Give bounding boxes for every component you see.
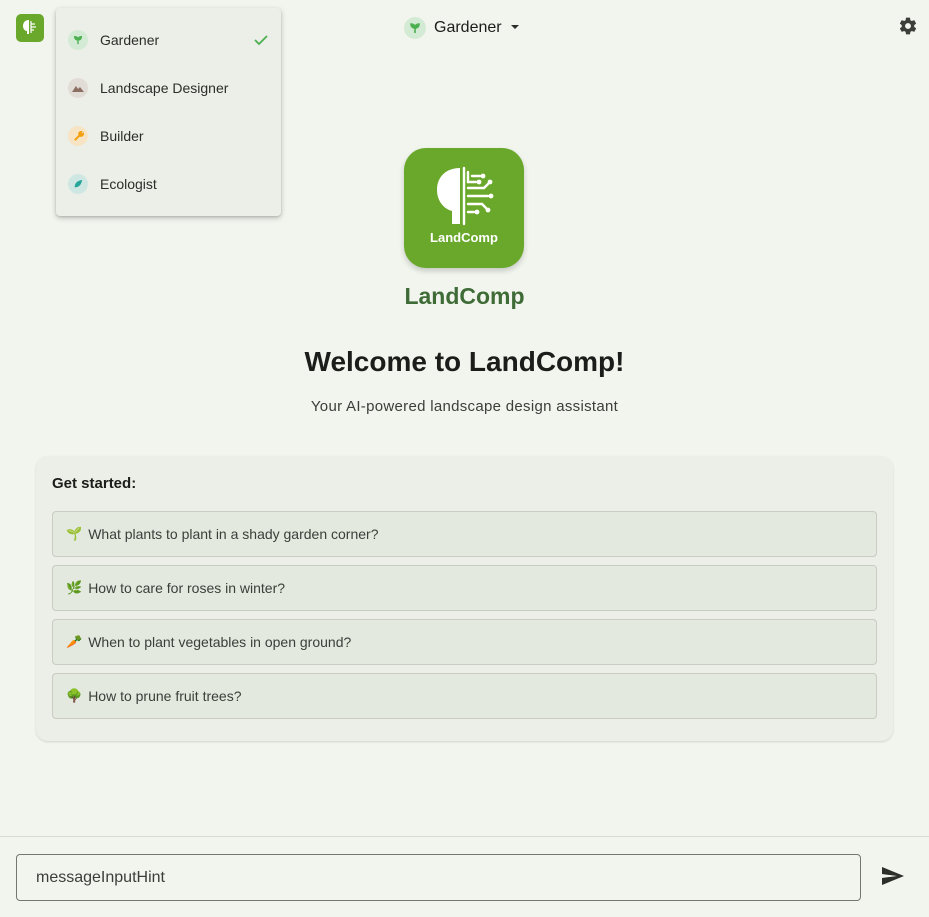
send-icon (881, 866, 905, 891)
menu-item-gardener[interactable]: Gardener (56, 16, 281, 64)
menu-item-label: Ecologist (100, 176, 157, 192)
suggestion-text: How to care for roses in winter? (88, 580, 286, 596)
gear-icon (898, 16, 918, 41)
suggestion-button[interactable]: 🌳 How to prune fruit trees? (52, 673, 877, 719)
check-icon (253, 32, 269, 53)
suggestion-text: What plants to plant in a shady garden c… (88, 526, 379, 542)
menu-item-label: Landscape Designer (100, 80, 229, 96)
send-button[interactable] (880, 866, 906, 891)
landcomp-logo-icon (437, 166, 494, 226)
app-logo-icon (16, 14, 44, 42)
suggestion-button[interactable]: 🌱 What plants to plant in a shady garden… (52, 511, 877, 557)
brand-logo: LandComp (404, 148, 524, 268)
role-menu: Gardener Landscape Designer Builder Ecol… (56, 8, 281, 216)
wrench-icon (68, 126, 88, 146)
sprout-icon (404, 17, 426, 39)
tree-icon: 🌳 (66, 688, 83, 703)
get-started-card: Get started: 🌱 What plants to plant in a… (36, 456, 893, 741)
menu-item-ecologist[interactable]: Ecologist (56, 160, 281, 208)
herb-icon: 🌿 (66, 580, 83, 595)
message-composer (0, 836, 929, 917)
seedling-icon: 🌱 (66, 526, 83, 541)
menu-item-label: Builder (100, 128, 144, 144)
settings-button[interactable] (897, 17, 919, 39)
suggestion-button[interactable]: 🌿 How to care for roses in winter? (52, 565, 877, 611)
welcome-title: Welcome to LandComp! (304, 346, 625, 377)
menu-item-landscape-designer[interactable]: Landscape Designer (56, 64, 281, 112)
caret-down-icon (510, 19, 520, 37)
menu-item-builder[interactable]: Builder (56, 112, 281, 160)
message-input[interactable] (16, 854, 861, 901)
suggestion-button[interactable]: 🥕 When to plant vegetables in open groun… (52, 619, 877, 665)
brand-logo-text: LandComp (430, 230, 498, 245)
landscape-icon (68, 78, 88, 98)
sprout-icon (68, 30, 88, 50)
menu-item-label: Gardener (100, 32, 160, 48)
leaf-icon (68, 174, 88, 194)
brand-name: LandComp (404, 283, 525, 309)
carrot-icon: 🥕 (66, 634, 83, 649)
suggestion-text: How to prune fruit trees? (88, 688, 242, 704)
role-selector[interactable]: Gardener (404, 16, 520, 40)
role-selector-label: Gardener (434, 19, 502, 36)
welcome-subtitle: Your AI-powered landscape design assista… (310, 398, 619, 415)
suggestion-text: When to plant vegetables in open ground? (88, 634, 352, 650)
get-started-title: Get started: (52, 475, 137, 492)
